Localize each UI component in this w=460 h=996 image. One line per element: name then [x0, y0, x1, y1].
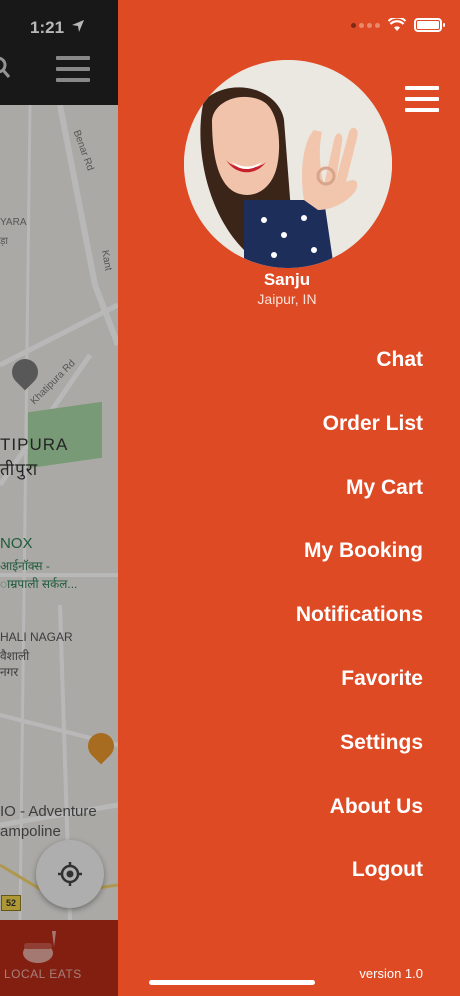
- food-tray-icon[interactable]: [20, 929, 60, 965]
- drawer-menu-icon[interactable]: [405, 86, 439, 112]
- map-header: 1:21: [0, 0, 118, 105]
- map-menu-icon[interactable]: [56, 56, 90, 82]
- search-icon[interactable]: [0, 56, 12, 82]
- profile-location: Jaipur, IN: [257, 291, 317, 307]
- tab-local-eats[interactable]: LOCAL EATS: [4, 967, 82, 981]
- map-label: तीपुरा: [0, 460, 39, 479]
- menu-item-my-booking[interactable]: My Booking: [296, 533, 423, 597]
- map-label: HALI NAGAR: [0, 630, 73, 644]
- profile-photo: [184, 60, 392, 268]
- battery-icon: [414, 18, 445, 32]
- locate-me-button[interactable]: [36, 840, 104, 908]
- status-icons: [351, 18, 445, 32]
- version-label: version 1.0: [359, 966, 423, 981]
- background-app: 1:21 Benar Rd YARA ड़ा Kant Khatipura Rd…: [0, 0, 118, 996]
- road-number-badge: 52: [1, 895, 21, 911]
- map-label: NOX: [0, 535, 33, 552]
- map-label: ampoline: [0, 823, 61, 840]
- menu-item-my-cart[interactable]: My Cart: [296, 470, 423, 534]
- map-view[interactable]: Benar Rd YARA ड़ा Kant Khatipura Rd TIPU…: [0, 105, 118, 920]
- map-label: IO - Adventure: [0, 803, 97, 820]
- map-label: नगर: [0, 665, 19, 679]
- map-label: ड़ा: [0, 236, 8, 247]
- drawer-menu: Chat Order List My Cart My Booking Notif…: [296, 342, 423, 916]
- map-label: ाम्रपाली सर्कल...: [0, 577, 78, 591]
- menu-item-notifications[interactable]: Notifications: [296, 597, 423, 661]
- status-time: 1:21: [30, 18, 65, 37]
- map-label: आईनॉक्स -: [0, 559, 50, 573]
- menu-item-chat[interactable]: Chat: [296, 342, 423, 406]
- menu-item-about-us[interactable]: About Us: [296, 789, 423, 853]
- bottom-tab-bar: LOCAL EATS: [0, 920, 118, 996]
- wifi-icon: [388, 18, 406, 31]
- location-arrow-icon: [72, 20, 84, 32]
- crosshair-icon: [58, 862, 82, 886]
- avatar[interactable]: [184, 60, 392, 268]
- menu-item-favorite[interactable]: Favorite: [296, 661, 423, 725]
- map-label: TIPURA: [0, 435, 69, 454]
- profile-name: Sanju: [263, 270, 311, 289]
- home-indicator[interactable]: [149, 980, 315, 985]
- map-label: वैशाली: [0, 649, 30, 663]
- menu-item-logout[interactable]: Logout: [296, 852, 423, 916]
- side-drawer: Sanju Jaipur, IN Chat Order List My Cart…: [118, 0, 460, 996]
- map-label: YARA: [0, 217, 27, 228]
- signal-icon: [351, 22, 380, 28]
- menu-item-order-list[interactable]: Order List: [296, 406, 423, 470]
- menu-item-settings[interactable]: Settings: [296, 725, 423, 789]
